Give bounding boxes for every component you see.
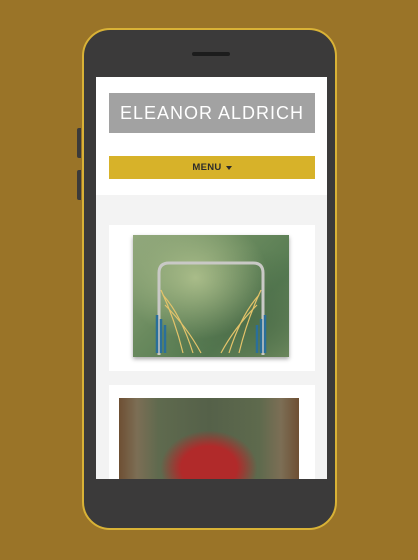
artwork-gallery bbox=[96, 195, 327, 479]
phone-speaker bbox=[192, 52, 230, 56]
artwork-card[interactable] bbox=[109, 385, 315, 479]
caret-down-icon bbox=[225, 165, 232, 170]
phone-side-button bbox=[77, 170, 81, 200]
menu-button[interactable]: MENU bbox=[109, 156, 315, 179]
site-title[interactable]: ELEANOR ALDRICH bbox=[109, 93, 315, 133]
phone-side-button bbox=[77, 128, 81, 158]
artwork-image[interactable] bbox=[119, 398, 299, 479]
wire-sculpture-graphic bbox=[155, 261, 267, 355]
phone-screen: ELEANOR ALDRICH MENU bbox=[96, 77, 327, 479]
menu-label: MENU bbox=[192, 162, 222, 173]
artwork-image[interactable] bbox=[133, 235, 289, 357]
phone-frame: ELEANOR ALDRICH MENU bbox=[82, 28, 337, 530]
artwork-card[interactable] bbox=[109, 225, 315, 371]
